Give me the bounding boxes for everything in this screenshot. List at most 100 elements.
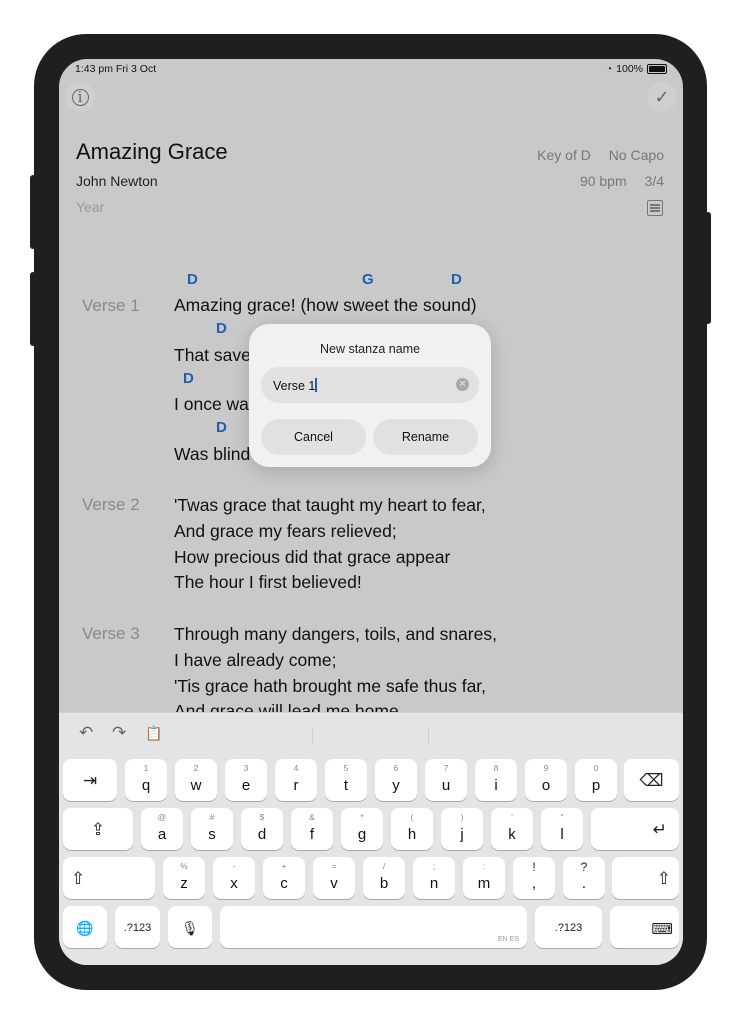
lyric-line[interactable]: Through many dangers, toils, and snares, [174,624,497,645]
shift-icon: ⇧ [656,869,671,888]
stanza-label[interactable]: Verse 2 [82,495,140,515]
key-n[interactable]: ; n [413,857,455,899]
key-label: e [241,777,251,794]
chord[interactable]: D [216,419,227,436]
key-label: a [157,826,167,843]
rename-button[interactable]: Rename [373,419,478,455]
key-x[interactable]: -x [213,857,255,899]
key-d[interactable]: $ d [241,808,283,850]
key-s[interactable]: # s [191,808,233,850]
redo-icon[interactable]: ↷ [112,723,126,743]
text-caret [315,378,317,392]
backspace-key[interactable]: ⌫ [624,759,679,801]
done-button[interactable]: ✓ [647,82,677,112]
key-hint: 3 [243,763,249,773]
lyric-line[interactable]: 'Twas grace that taught my heart to fear… [174,495,486,516]
right-shift-key[interactable]: ⇧ [612,857,679,899]
song-key[interactable]: Key of D [537,147,591,163]
lyric-line[interactable]: 'Tis grace hath brought me safe thus far… [174,676,486,697]
lyric-line[interactable]: Was blind [174,444,250,465]
key-r[interactable]: 4r [275,759,317,801]
key-u[interactable]: 7u [425,759,467,801]
rename-stanza-dialog: New stanza name Verse 1 ✕ Cancel Rename [249,324,491,467]
song-tempo-meter[interactable]: 90 bpm 3/4 [566,173,664,189]
key-i[interactable]: 8i [475,759,517,801]
caps-lock-key[interactable]: ⇪ [63,808,133,850]
side-button [30,175,36,249]
lyric-line[interactable]: And grace my fears relieved; [174,521,397,542]
key-label: , [531,875,537,892]
notes-icon[interactable] [647,200,663,216]
song-bpm[interactable]: 90 bpm [580,173,627,189]
space-language-label: EN ES [497,936,519,943]
key-t[interactable]: 5t [325,759,367,801]
key-hint: @ [157,812,167,822]
globe-key[interactable]: 🌐 [63,906,107,948]
key-q[interactable]: 1q [125,759,167,801]
lyric-line[interactable]: How precious did that grace appear [174,547,450,568]
key-e[interactable]: 3e [225,759,267,801]
lyric-line[interactable]: That save [174,345,251,366]
chord[interactable]: D [187,271,198,288]
chord[interactable]: D [451,271,462,288]
song-key-capo[interactable]: Key of D No Capo [523,147,664,163]
key-w[interactable]: 2w [175,759,217,801]
lyric-line[interactable]: The hour I first believed! [174,572,362,593]
key-label: d [257,826,267,843]
battery-percent: 100% [616,63,643,75]
numbers-key-left[interactable]: .?123 [115,906,160,948]
tab-key[interactable]: ⇥ [63,759,117,801]
chord[interactable]: D [216,320,227,337]
numbers-key-right[interactable]: .?123 [535,906,602,948]
lyric-line[interactable]: Amazing grace! (how sweet the sound) [174,295,477,316]
paste-icon[interactable]: 📋 [145,725,162,742]
stanza-label[interactable]: Verse 1 [82,296,140,316]
key-label: g [357,826,367,843]
lyric-line[interactable]: I have already come; [174,650,336,671]
key-period[interactable]: ?. [563,857,605,899]
key-hint: ' [511,812,513,822]
key-h[interactable]: (h [391,808,433,850]
dictation-key[interactable]: 🎙 [168,906,212,948]
stanza-name-input[interactable]: Verse 1 ✕ [261,367,479,403]
key-j[interactable]: ) j [441,808,483,850]
song-time-signature[interactable]: 3/4 [645,173,664,189]
return-key[interactable]: ↵ [591,808,679,850]
key-label: r [293,777,299,794]
song-title[interactable]: Amazing Grace [76,139,228,165]
key-g[interactable]: * g [341,808,383,850]
microphone-icon: 🎙 [181,920,199,936]
key-l[interactable]: " l [541,808,583,850]
lyric-line[interactable]: I once wa [174,394,249,415]
key-k[interactable]: ' k [491,808,533,850]
clear-icon[interactable]: ✕ [456,378,469,391]
key-comma[interactable]: !, [513,857,555,899]
info-button[interactable]: i [65,82,95,112]
key-label: w [190,777,202,794]
key-p[interactable]: 0p [575,759,617,801]
key-f[interactable]: & f [291,808,333,850]
key-a[interactable]: @ a [141,808,183,850]
key-y[interactable]: 6y [375,759,417,801]
stanza-label[interactable]: Verse 3 [82,624,140,644]
song-capo[interactable]: No Capo [609,147,664,163]
song-author[interactable]: John Newton [76,173,158,189]
key-label: m [477,875,491,892]
key-b[interactable]: / b [363,857,405,899]
space-bar[interactable]: EN ES [220,906,527,948]
key-z[interactable]: % z [163,857,205,899]
dismiss-keyboard-key[interactable]: ⌨ [610,906,679,948]
key-c[interactable]: + c [263,857,305,899]
undo-icon[interactable]: ↶ [79,723,93,743]
key-o[interactable]: 9o [525,759,567,801]
key-m[interactable]: :m [463,857,505,899]
status-bar: 1:43 pm Fri 3 Oct ◔ 100% [75,63,667,77]
key-label: x [230,875,238,892]
song-year-field[interactable]: Year [76,199,104,215]
cancel-button[interactable]: Cancel [261,419,366,455]
key-label: q [141,777,151,794]
chord[interactable]: G [362,271,374,288]
chord[interactable]: D [183,370,194,387]
key-v[interactable]: = v [313,857,355,899]
left-shift-key[interactable]: ⇧ [63,857,155,899]
